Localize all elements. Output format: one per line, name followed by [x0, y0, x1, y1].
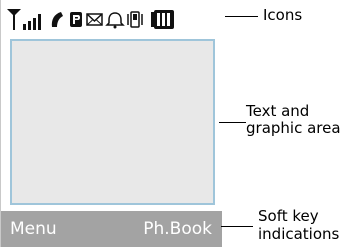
softkey-callout-label-line2: indications	[258, 225, 340, 243]
message-icon	[86, 13, 103, 26]
text-area-callout-line	[219, 122, 246, 123]
signal-strength-icon	[7, 9, 41, 30]
text-and-graphic-area	[10, 39, 215, 205]
vibration-icon	[127, 11, 143, 28]
icons-callout-label: Icons	[263, 6, 303, 24]
call-icon	[51, 12, 63, 27]
status-bar	[3, 2, 220, 32]
menu-softkey[interactable]: Menu	[10, 217, 57, 241]
phonebook-softkey[interactable]: Ph.Book	[143, 217, 212, 241]
phone-screen: Menu Ph.Book	[0, 0, 222, 247]
softkey-callout-label-line1: Soft key	[258, 207, 319, 225]
text-area-callout-label-line1: Text and	[246, 102, 310, 120]
alarm-icon	[105, 12, 125, 29]
roaming-icon	[70, 12, 82, 27]
softkey-bar: Menu Ph.Book	[1, 211, 222, 247]
battery-icon	[151, 10, 174, 29]
icons-callout-line	[225, 16, 258, 17]
text-area-callout-label-line2: graphic area	[246, 119, 341, 137]
softkey-callout-line	[221, 226, 253, 227]
status-icons	[7, 9, 174, 30]
